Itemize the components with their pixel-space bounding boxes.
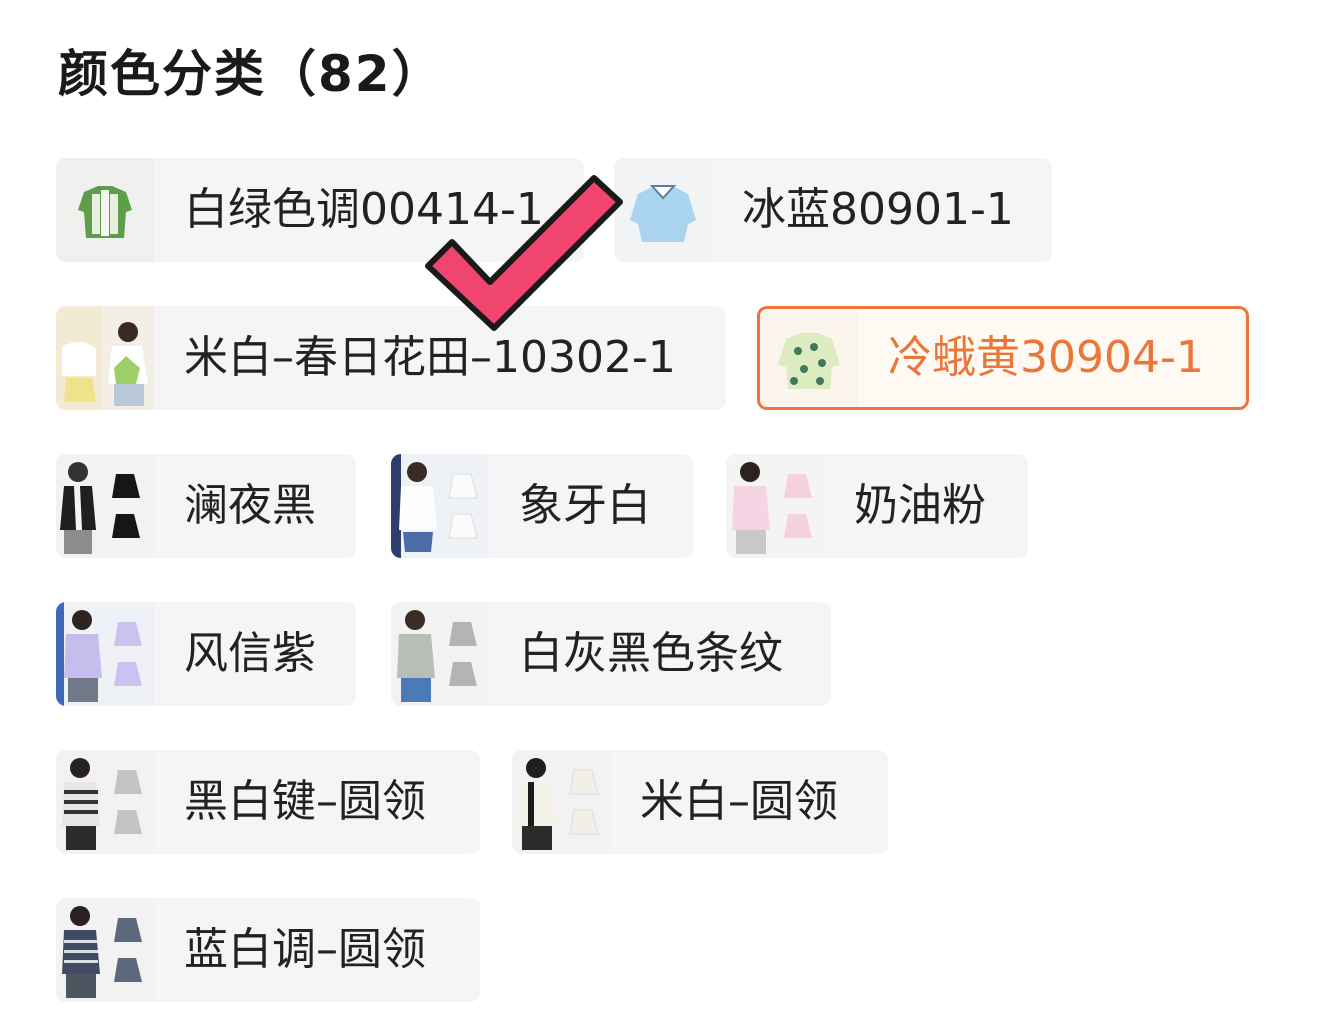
color-option-3[interactable]: 冷蛾黄30904-1 — [757, 306, 1249, 410]
section-title: 颜色分类（82） — [58, 45, 444, 103]
product-thumbnail — [56, 898, 154, 1002]
color-option-label: 象牙白 — [519, 480, 651, 531]
color-option-0[interactable]: 白绿色调00414-1 — [56, 158, 584, 262]
product-thumbnail — [56, 158, 154, 262]
color-option-label: 白绿色调00414-1 — [184, 184, 544, 235]
color-option-label: 冰蓝80901-1 — [742, 184, 1014, 235]
product-thumbnail — [512, 750, 610, 854]
color-option-2[interactable]: 米白–春日花田–10302-1 — [56, 306, 726, 410]
product-thumbnail — [56, 602, 154, 706]
color-option-11[interactable]: 蓝白调–圆领 — [56, 898, 480, 1002]
color-option-label: 米白–春日花田–10302-1 — [184, 332, 676, 383]
color-option-5[interactable]: 象牙白 — [391, 454, 693, 558]
color-option-4[interactable]: 澜夜黑 — [56, 454, 356, 558]
product-thumbnail — [56, 750, 154, 854]
color-option-label: 蓝白调–圆领 — [184, 924, 426, 975]
color-option-1[interactable]: 冰蓝80901-1 — [614, 158, 1052, 262]
color-option-label: 奶油粉 — [854, 480, 986, 531]
product-thumbnail — [56, 454, 154, 558]
product-thumbnail — [56, 306, 154, 410]
product-thumbnail — [614, 158, 712, 262]
color-option-6[interactable]: 奶油粉 — [726, 454, 1028, 558]
product-thumbnail — [391, 602, 489, 706]
product-thumbnail — [726, 454, 824, 558]
color-option-7[interactable]: 风信紫 — [56, 602, 356, 706]
color-option-9[interactable]: 黑白键–圆领 — [56, 750, 480, 854]
color-option-label: 风信紫 — [184, 628, 316, 679]
color-option-10[interactable]: 米白–圆领 — [512, 750, 888, 854]
color-option-8[interactable]: 白灰黑色条纹 — [391, 602, 831, 706]
product-thumbnail — [760, 309, 858, 407]
product-thumbnail — [391, 454, 489, 558]
color-option-label: 白灰黑色条纹 — [519, 628, 783, 679]
color-option-label: 澜夜黑 — [184, 480, 316, 531]
color-option-label: 米白–圆领 — [640, 776, 838, 827]
color-option-label: 黑白键–圆领 — [184, 776, 426, 827]
color-option-label: 冷蛾黄30904-1 — [888, 332, 1204, 383]
